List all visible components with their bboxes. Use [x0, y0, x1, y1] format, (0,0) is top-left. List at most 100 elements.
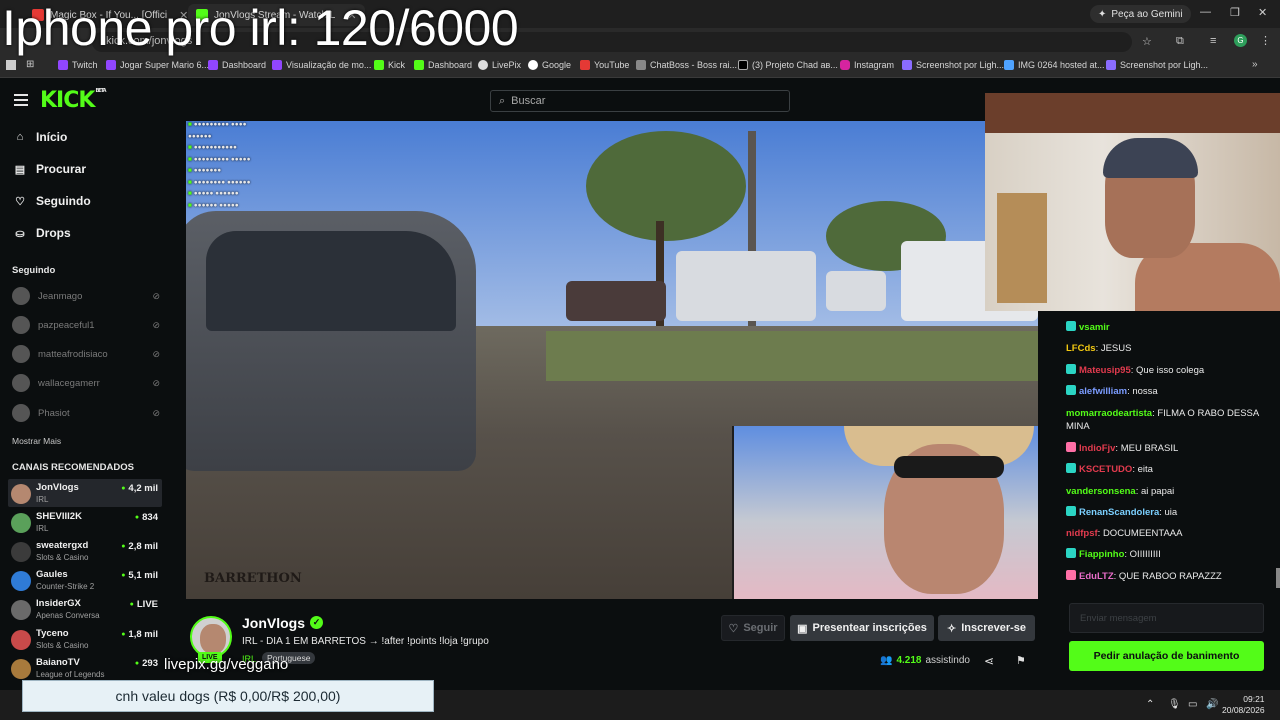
nav-label: Início: [36, 130, 68, 144]
chat-text: : eita: [1132, 464, 1153, 475]
sidebar-item-browse[interactable]: ▤ Procurar: [14, 162, 86, 176]
offline-icon: ⊘: [152, 319, 160, 330]
gift-subs-button[interactable]: ▣ Presentear inscrições: [790, 615, 934, 641]
profile-avatar[interactable]: G: [1234, 34, 1247, 47]
more-bookmarks-icon[interactable]: »: [1252, 59, 1258, 70]
viewer-count: 2,8 mil: [121, 541, 158, 552]
bookmark[interactable]: Dashboard: [414, 60, 472, 70]
show-more-link[interactable]: Mostrar Mais: [12, 436, 61, 446]
share-icon[interactable]: ⋖: [984, 654, 994, 668]
chat-username[interactable]: Fiappinho: [1079, 549, 1124, 560]
chat-username[interactable]: IndioFjv: [1079, 443, 1115, 454]
microphone-icon[interactable]: 🎙: [1168, 699, 1181, 710]
chat-username[interactable]: vsamir: [1079, 322, 1110, 333]
offline-icon: ⊘: [152, 348, 160, 359]
bookmark-label: Screenshot por Ligh...: [1120, 60, 1209, 70]
bookmark[interactable]: (3) Projeto Chad ав...: [738, 60, 838, 70]
chat-username[interactable]: RenanScandolera: [1079, 507, 1159, 518]
sidebar-item-home[interactable]: ⌂ Início: [14, 130, 68, 144]
chat-username[interactable]: alefwilliam: [1079, 386, 1127, 397]
channel-name[interactable]: JonVlogs: [242, 615, 305, 631]
request-unban-button[interactable]: Pedir anulação de banimento: [1069, 641, 1264, 671]
chat-badge-icon: [1066, 385, 1076, 395]
sidebar-item-following[interactable]: ♡ Seguindo: [14, 194, 91, 208]
report-icon[interactable]: ⚑: [1016, 654, 1026, 667]
followed-channel[interactable]: Jeanmago ⊘: [12, 286, 162, 306]
chat-text: : OIIIIIIIII: [1124, 549, 1161, 560]
chat-username[interactable]: KSCETUDO: [1079, 464, 1132, 475]
channel-category: Slots & Casino: [36, 553, 89, 562]
sidebar-toggle-icon[interactable]: [6, 60, 16, 70]
sidebar-item-drops[interactable]: ⛀ Drops: [14, 226, 70, 240]
star-icon[interactable]: ☆: [1142, 35, 1152, 48]
minimize-icon[interactable]: —: [1200, 6, 1211, 18]
chat-username[interactable]: vandersonsena: [1066, 486, 1136, 497]
recommended-channel[interactable]: sweatergxd Slots & Casino 2,8 mil: [8, 537, 162, 565]
network-icon[interactable]: ▭: [1188, 699, 1197, 710]
bookmark[interactable]: Twitch: [58, 60, 98, 70]
volume-icon[interactable]: 🔊: [1206, 699, 1218, 710]
chat-username[interactable]: Mateusip95: [1079, 365, 1131, 376]
recommended-channel[interactable]: Gaules Counter-Strike 2 5,1 mil: [8, 566, 162, 594]
follow-button[interactable]: ♡ Seguir: [721, 615, 785, 641]
extensions-icon[interactable]: ⧉: [1176, 35, 1184, 48]
cam-ceiling: [985, 93, 1280, 133]
followed-channel[interactable]: matteafrodisiaco ⊘: [12, 344, 162, 364]
menu-icon[interactable]: ⋮: [1260, 34, 1271, 47]
bookmark[interactable]: Screenshot por Ligh...: [902, 60, 1004, 70]
followed-channel[interactable]: wallacegamerr ⊘: [12, 373, 162, 393]
video-grass: [546, 331, 1038, 381]
chatboss-icon: [636, 60, 646, 70]
bookmark[interactable]: Dashboard: [208, 60, 266, 70]
recommended-channel[interactable]: BaianoTV League of Legends 293: [8, 654, 162, 682]
clock[interactable]: 09:21 20/08/2026: [1222, 694, 1265, 716]
viewer-count: 293: [135, 658, 158, 669]
bookmark[interactable]: Instagram: [840, 60, 894, 70]
recommended-channel[interactable]: SHEVIII2K IRL 834: [8, 508, 162, 536]
bookmark[interactable]: YouTube: [580, 60, 629, 70]
chat-username[interactable]: nidfpsf: [1066, 528, 1098, 539]
gemini-button[interactable]: ✦ Peça ao Gemini: [1090, 5, 1191, 23]
media-icon[interactable]: ≡: [1210, 35, 1216, 47]
video-van-window: [206, 231, 456, 331]
chat-username[interactable]: EduLTZ: [1079, 571, 1114, 582]
lightshot-icon: [902, 60, 912, 70]
subscribe-button[interactable]: ✧ Inscrever-se: [938, 615, 1035, 641]
bookmark[interactable]: Jogar Super Mario 6...: [106, 60, 209, 70]
apps-icon[interactable]: ⊞: [26, 59, 34, 70]
tray-chevron-icon[interactable]: ⌃: [1146, 699, 1154, 710]
avatar: [12, 374, 30, 392]
bookmark-label: YouTube: [594, 60, 630, 70]
followed-channel[interactable]: Phasiot ⊘: [12, 403, 162, 423]
bookmark[interactable]: ChatBoss - Boss rai...: [636, 60, 737, 70]
bookmark[interactable]: Google: [528, 60, 571, 70]
chat-username[interactable]: momarraodeartista: [1066, 408, 1152, 419]
close-window-icon[interactable]: ✕: [1258, 6, 1267, 19]
chat-input[interactable]: Enviar mensagem: [1069, 603, 1264, 633]
hamburger-icon[interactable]: [14, 94, 28, 109]
bookmark[interactable]: Visualização de mo...: [272, 60, 371, 70]
recommended-channel[interactable]: JonVlogs IRL 4,2 mil: [8, 479, 162, 507]
bookmark[interactable]: IMG 0264 hosted at...: [1004, 60, 1105, 70]
kick-icon: [374, 60, 384, 70]
chat-username[interactable]: LFCds: [1066, 343, 1096, 354]
channel-name: wallacegamerr: [38, 377, 100, 389]
youtube-icon: [580, 60, 590, 70]
bookmark[interactable]: Kick: [374, 60, 405, 70]
recommended-channel[interactable]: InsiderGX Apenas Conversa LIVE: [8, 595, 162, 623]
search-input[interactable]: ⌕ Buscar: [490, 90, 790, 112]
video-player[interactable]: ■ ●●●●●●●●● ●●●● ●●●●●● ■ ●●●●●●●●●●● ■ …: [186, 121, 1038, 599]
bookmark[interactable]: LivePix: [478, 60, 521, 70]
chat-text: : DOCUMEENTAAA: [1097, 528, 1183, 539]
maximize-icon[interactable]: ❐: [1230, 6, 1240, 19]
channel-name: JonVlogs: [36, 482, 79, 493]
followed-channel[interactable]: pazpeaceful1 ⊘: [12, 315, 162, 335]
recommended-channel[interactable]: Tyceno Slots & Casino 1,8 mil: [8, 625, 162, 653]
recommended-section-title: CANAIS RECOMENDADOS: [12, 462, 134, 473]
drops-icon: ⛀: [15, 227, 25, 240]
chat-text: : ai papai: [1135, 486, 1175, 497]
twitch-icon: [272, 60, 282, 70]
scrollbar[interactable]: [1276, 568, 1280, 588]
kick-logo[interactable]: KICKBETA: [40, 88, 107, 113]
bookmark[interactable]: Screenshot por Ligh...: [1106, 60, 1208, 70]
